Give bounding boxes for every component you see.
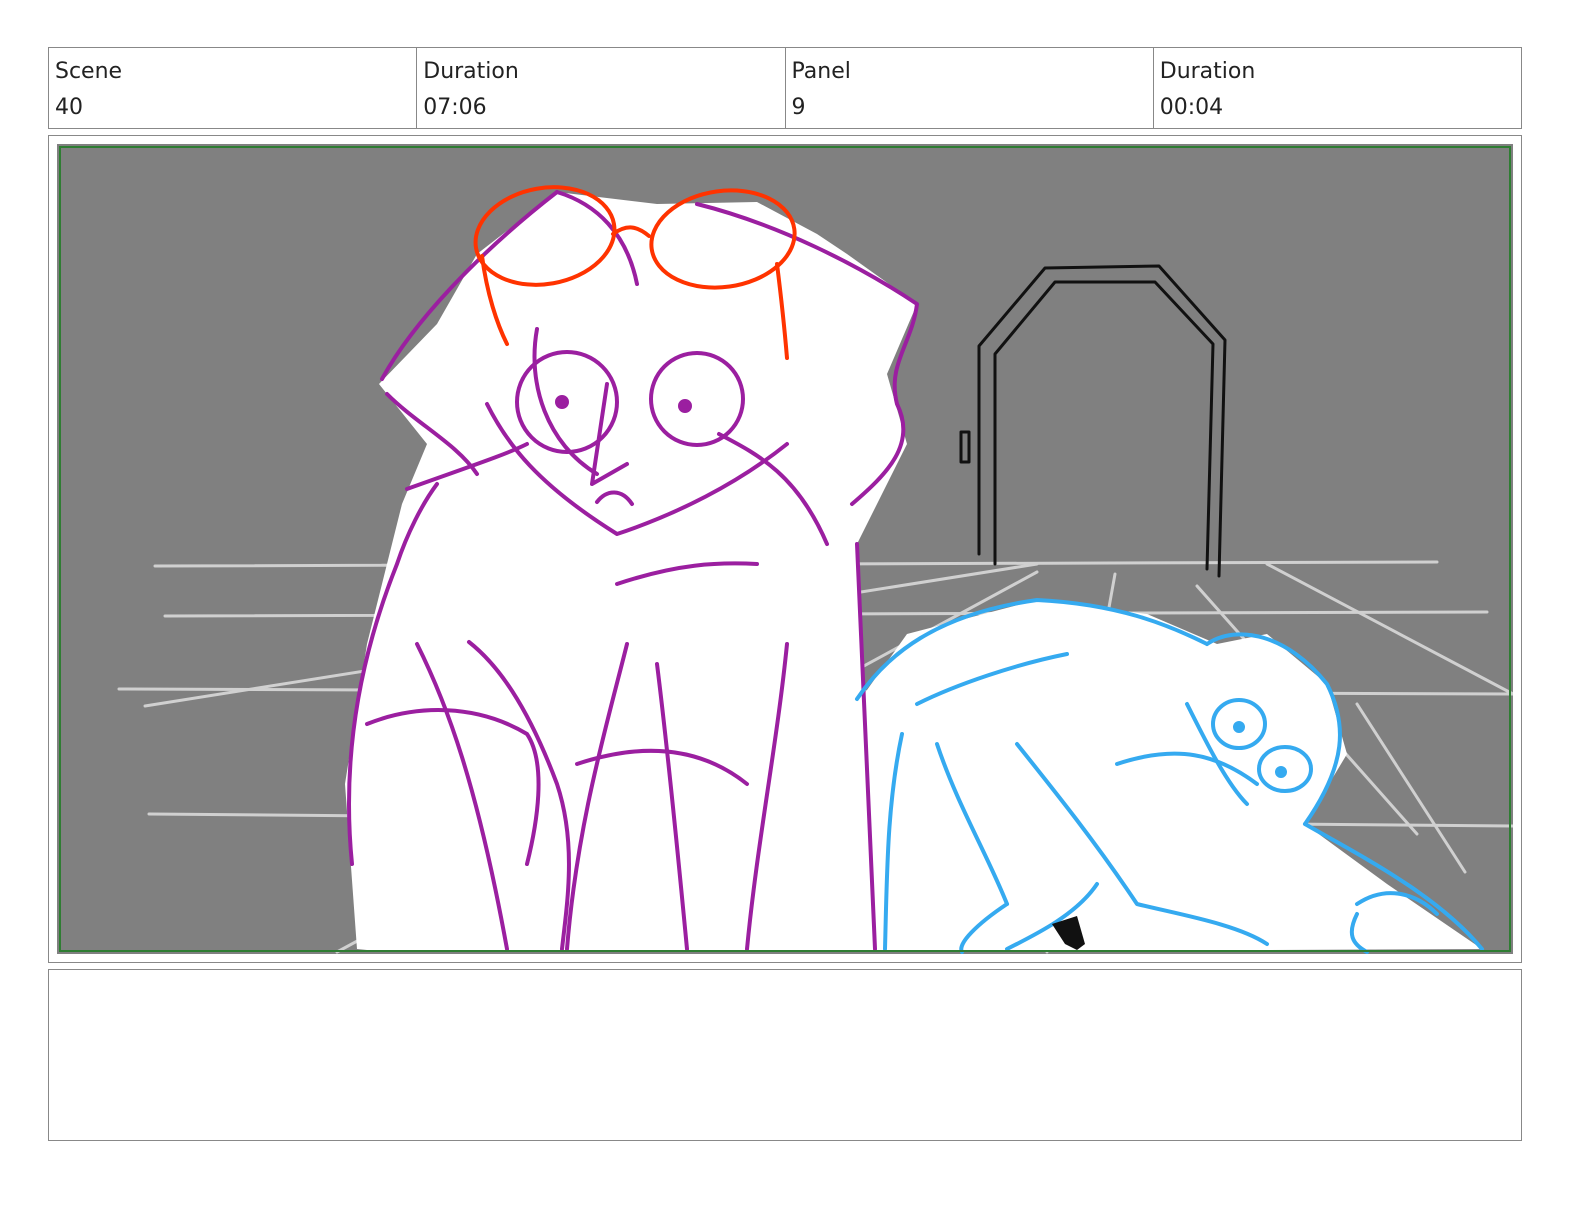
panel-notes-box[interactable]	[48, 969, 1522, 1141]
scene-cell: Scene 40	[49, 48, 418, 128]
scene-duration-cell: Duration 07:06	[417, 48, 786, 128]
panel-drawing	[57, 144, 1513, 954]
scene-duration-label: Duration	[423, 59, 519, 84]
panel-duration-label: Duration	[1159, 59, 1256, 84]
scene-number: 40	[55, 95, 83, 120]
panel-info-header: Scene 40 Duration 07:06 Panel 9 Duration…	[48, 47, 1522, 129]
storyboard-panel[interactable]	[48, 135, 1522, 963]
scene-label: Scene	[55, 59, 123, 84]
panel-label: Panel	[791, 59, 851, 84]
panel-duration-value: 00:04	[1159, 95, 1224, 120]
panel-cell: Panel 9	[786, 48, 1154, 128]
panel-number: 9	[791, 95, 806, 120]
panel-duration-cell: Duration 00:04	[1154, 48, 1521, 128]
scene-duration-value: 07:06	[423, 95, 487, 120]
